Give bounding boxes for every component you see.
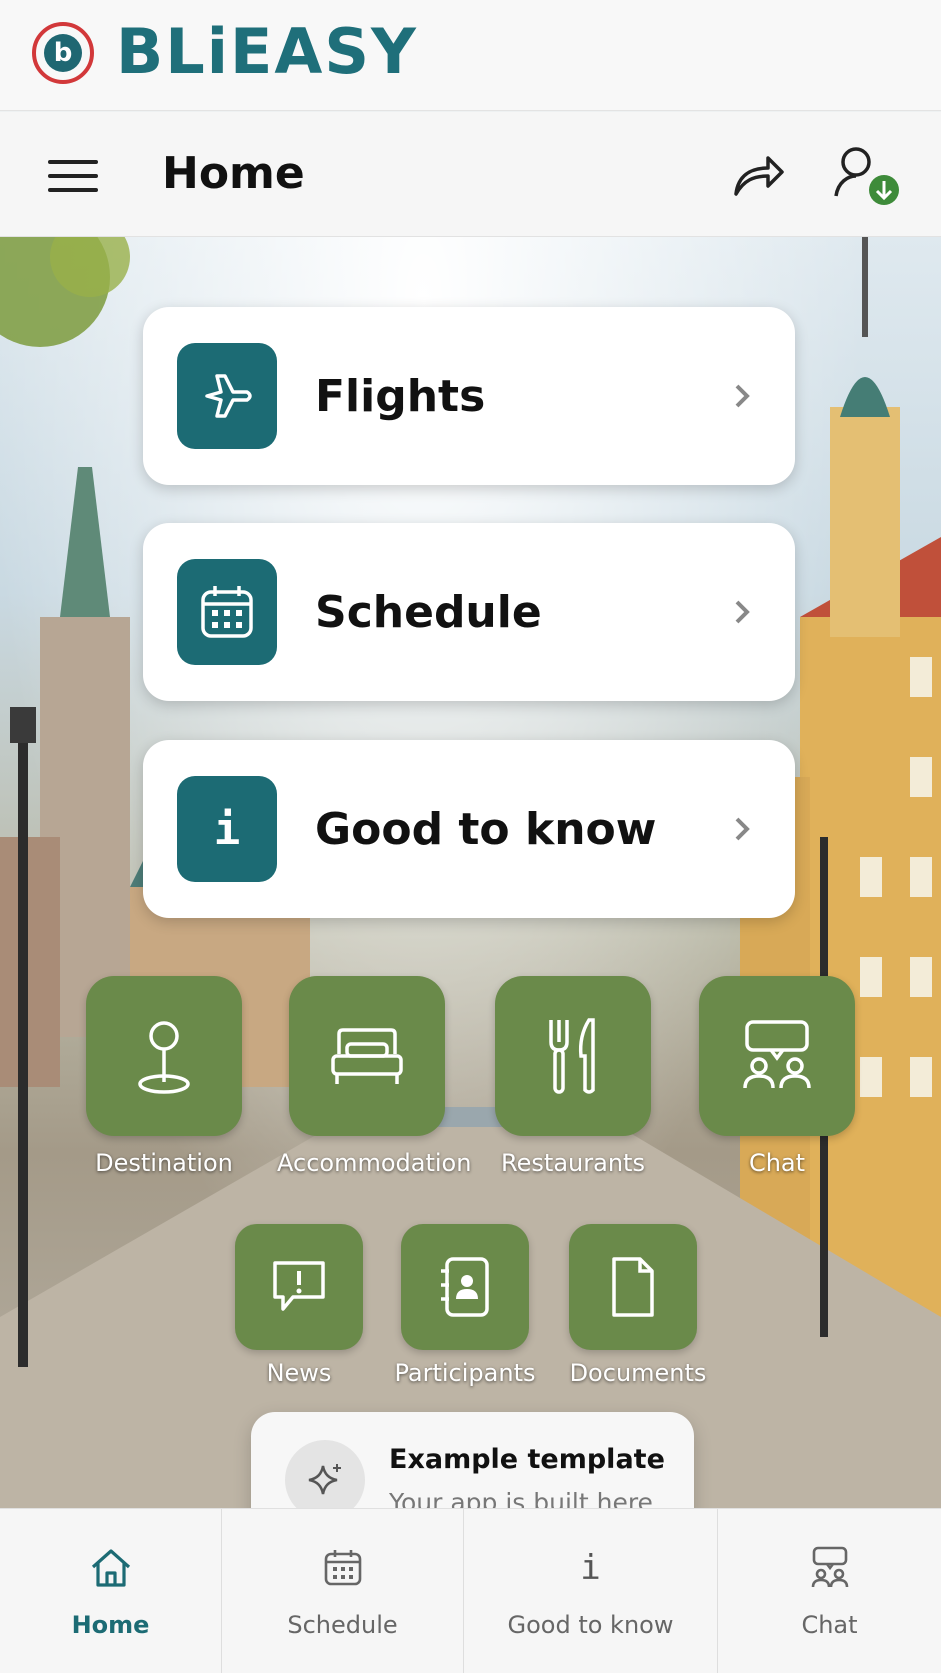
news-label: News — [266, 1359, 332, 1387]
tab-chat[interactable]: Chat — [718, 1509, 941, 1673]
map-pin-icon — [138, 1021, 190, 1094]
airplane-icon — [177, 343, 277, 449]
good-to-know-label: Good to know — [315, 803, 657, 855]
tab-good-to-know[interactable]: i Good to know — [464, 1509, 718, 1673]
chevron-right-icon — [735, 817, 750, 841]
chevron-right-icon — [735, 384, 750, 408]
bed-icon — [331, 1028, 403, 1084]
destination-tile[interactable] — [86, 976, 242, 1136]
logo-icon: b — [32, 22, 94, 84]
flights-label: Flights — [315, 370, 486, 422]
news-alert-icon — [273, 1261, 325, 1311]
share-icon[interactable] — [730, 148, 786, 200]
accommodation-label: Accommodation — [277, 1149, 472, 1177]
document-icon — [612, 1257, 654, 1317]
home-icon — [87, 1545, 135, 1591]
brand-name: BLiEASY — [116, 15, 418, 88]
chat-people-icon — [806, 1545, 854, 1591]
participants-tile[interactable] — [401, 1224, 529, 1350]
page-title: Home — [162, 148, 305, 199]
hamburger-menu-icon[interactable] — [48, 160, 98, 192]
info-icon: i — [177, 776, 277, 882]
info-icon: i — [580, 1548, 601, 1588]
chat-people-icon — [743, 1020, 811, 1089]
tab-home[interactable]: Home — [0, 1509, 222, 1673]
app-bar: Home — [0, 112, 941, 237]
tab-schedule-label: Schedule — [287, 1611, 398, 1639]
calendar-icon — [177, 559, 277, 665]
logo-letter: b — [44, 34, 82, 72]
chat-label: Chat — [748, 1149, 806, 1177]
good-to-know-card[interactable]: i Good to know — [143, 740, 795, 918]
bottom-tab-bar: Home Schedule i Good to know Chat — [0, 1508, 941, 1673]
destination-label: Destination — [95, 1149, 233, 1177]
contact-book-icon — [441, 1257, 489, 1317]
cutlery-icon — [549, 1018, 595, 1094]
restaurants-label: Restaurants — [501, 1149, 645, 1177]
toast-title: Example template — [389, 1444, 665, 1475]
documents-tile[interactable] — [569, 1224, 697, 1350]
tab-good-to-know-label: Good to know — [507, 1611, 674, 1639]
news-tile[interactable] — [235, 1224, 363, 1350]
flights-card[interactable]: Flights — [143, 307, 795, 485]
participants-label: Participants — [394, 1359, 536, 1387]
tab-home-label: Home — [71, 1611, 150, 1639]
documents-label: Documents — [569, 1359, 707, 1387]
brand-header: b BLiEASY — [0, 0, 941, 111]
calendar-icon — [319, 1545, 367, 1591]
restaurants-tile[interactable] — [495, 976, 651, 1136]
tab-chat-label: Chat — [801, 1611, 858, 1639]
tab-schedule[interactable]: Schedule — [222, 1509, 464, 1673]
chevron-right-icon — [735, 600, 750, 624]
chat-tile[interactable] — [699, 976, 855, 1136]
hero-background: Flights Schedule i Good to know Destinat… — [0, 237, 941, 1508]
user-download-icon[interactable] — [834, 144, 900, 210]
accommodation-tile[interactable] — [289, 976, 445, 1136]
schedule-card[interactable]: Schedule — [143, 523, 795, 701]
schedule-label: Schedule — [315, 586, 542, 638]
